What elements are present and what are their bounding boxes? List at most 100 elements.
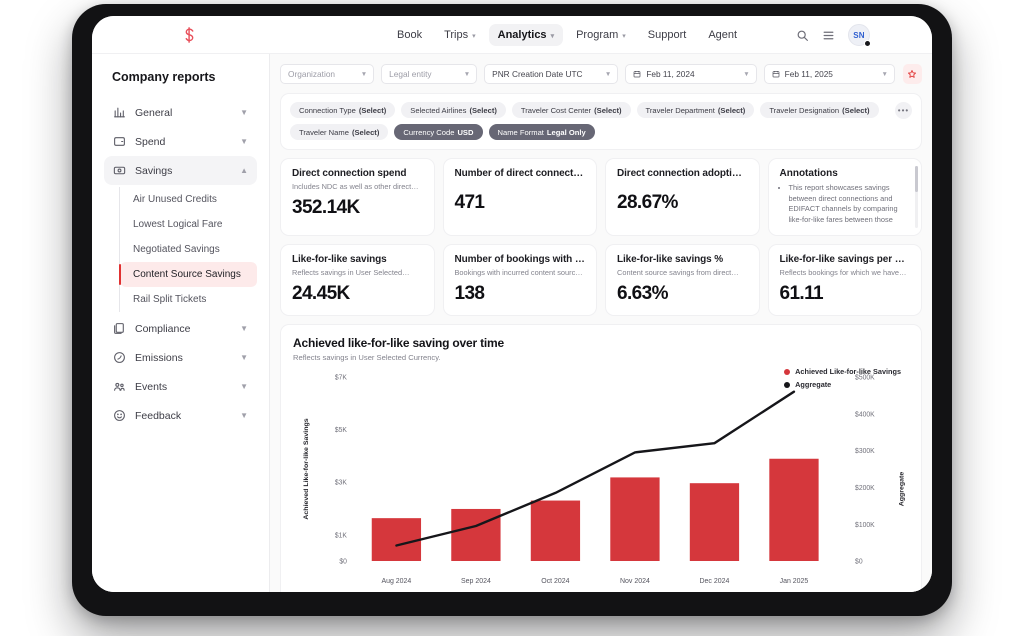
kpi-number-of-bookings[interactable]: Number of bookings with lik… Bookings wi… (442, 244, 597, 317)
chevron-down-icon: ▼ (240, 382, 248, 391)
chip-label: Name Format (497, 127, 544, 137)
kpi-like-for-like-savings[interactable]: Like-for-like savings Reflects savings i… (280, 244, 435, 317)
sidebar-item-lowest-logical-fare[interactable]: Lowest Logical Fare (120, 212, 257, 237)
sidebar-item-air-unused-credits[interactable]: Air Unused Credits (120, 187, 257, 212)
sidebar-item-label: Compliance (135, 322, 191, 335)
sidebar-item-compliance[interactable]: Compliance ▼ (104, 314, 257, 343)
more-options-button[interactable]: ••• (895, 102, 912, 119)
kpi-like-for-like-savings-percent[interactable]: Like-for-like savings % Content source s… (605, 244, 760, 317)
chart-subtitle: Reflects savings in User Selected Curren… (293, 353, 441, 363)
list-icon[interactable] (822, 29, 835, 42)
chip-value: (Select) (358, 105, 387, 115)
chip-traveler-name[interactable]: Traveler Name (Select) (290, 124, 389, 140)
chip-value: (Select) (717, 105, 746, 115)
brand-logo-icon[interactable] (176, 22, 202, 48)
y-axis-tick-right: $400K (855, 411, 875, 418)
kpi-direct-connection-spend[interactable]: Direct connection spend Includes NDC as … (280, 158, 435, 237)
chip-label: Traveler Department (645, 105, 715, 115)
filter-chips: Connection Type (Select) Selected Airline… (290, 102, 912, 140)
date-type-select[interactable]: PNR Creation Date UTC ▼ (484, 64, 619, 84)
nav-item-support[interactable]: Support (639, 24, 696, 46)
date-from-value: Feb 11, 2024 (646, 69, 695, 79)
chart-bar[interactable] (689, 483, 740, 562)
sidebar-item-savings[interactable]: Savings ▲ (104, 156, 257, 185)
kpi-title: Like-for-like savings % (617, 254, 724, 266)
nav-item-analytics[interactable]: Analytics ▾ (488, 24, 564, 46)
chip-label: Connection Type (299, 105, 356, 115)
y-axis-tick-right: $500K (855, 375, 875, 382)
compliance-icon (114, 323, 124, 334)
nav-item-book[interactable]: Book (388, 24, 431, 46)
wallet-icon (114, 137, 125, 146)
nav-item-trips[interactable]: Trips ▾ (435, 24, 485, 46)
chart-bar[interactable] (610, 477, 660, 562)
favorite-button[interactable] (902, 64, 923, 84)
sidebar-item-rail-split-tickets[interactable]: Rail Split Tickets (120, 287, 257, 312)
chart-card: Achieved like-for-like saving over time … (280, 324, 922, 592)
organization-select[interactable]: Organization ▼ (280, 64, 375, 84)
legal-entity-select[interactable]: Legal entity ▼ (381, 64, 478, 84)
sidebar-item-label: Events (135, 380, 168, 393)
kpi-title: Number of direct connectio… (454, 168, 586, 179)
kpi-row-2: Like-for-like savings Reflects savings i… (280, 244, 922, 317)
kpi-row-1: Direct connection spend Includes NDC as … (280, 158, 922, 237)
kpi-number-of-direct-connections[interactable]: Number of direct connectio… 471 (442, 158, 597, 237)
kpi-subtitle: Bookings with incurred content sourc… (454, 268, 583, 278)
chart-bar[interactable] (371, 518, 422, 562)
date-from-select[interactable]: Feb 11, 2024 ▼ (625, 64, 757, 84)
sidebar-item-events[interactable]: Events ▼ (104, 372, 257, 401)
chip-value: Legal Only (546, 127, 586, 137)
nav-item-agent[interactable]: Agent (699, 24, 746, 46)
chevron-down-icon: ▼ (240, 411, 248, 420)
star-icon (908, 70, 917, 78)
chip-label: Traveler Name (299, 127, 349, 137)
date-to-select[interactable]: Feb 11, 2025 ▼ (763, 64, 895, 84)
chip-connection-type[interactable]: Connection Type (Select) (290, 102, 396, 118)
y-axis-tick-right: $200K (855, 485, 875, 492)
avatar[interactable]: SN (848, 24, 871, 47)
sidebar-item-general[interactable]: General ▼ (104, 98, 257, 127)
sidebar-item-label: Feedback (135, 409, 182, 422)
subitem-label: Air Unused Credits (133, 194, 217, 205)
annotations-scrollbar-thumb[interactable] (915, 166, 918, 192)
chip-traveler-cost-center[interactable]: Traveler Cost Center (Select) (511, 102, 631, 118)
navbar-actions: SN (796, 16, 871, 54)
sidebar-item-label: Spend (135, 135, 166, 148)
kpi-title: Direct connection adoption % (617, 168, 748, 179)
chart-bar[interactable] (769, 458, 819, 562)
chart-bar[interactable] (530, 500, 581, 562)
sidebar-item-feedback[interactable]: Feedback ▼ (104, 401, 257, 430)
nav-label: Program (576, 29, 619, 41)
annotations-list: This report showcases savings between di… (789, 183, 911, 225)
sidebar-item-negotiated-savings[interactable]: Negotiated Savings (120, 237, 257, 262)
chevron-down-icon: ▼ (240, 108, 248, 117)
sidebar-item-emissions[interactable]: Emissions ▼ (104, 343, 257, 372)
nav-label: Agent (708, 29, 738, 41)
chip-currency-code[interactable]: Currency Code USD (394, 124, 483, 140)
date-to-value: Feb 11, 2025 (784, 69, 833, 79)
annotations-title: Annotations (779, 168, 838, 179)
chevron-down-icon: ▾ (622, 32, 626, 40)
annotations-card[interactable]: Annotations This report showcases saving… (767, 158, 922, 237)
subitem-label: Negotiated Savings (133, 244, 220, 255)
chart-bar[interactable] (451, 509, 501, 562)
subitem-label: Rail Split Tickets (133, 294, 207, 305)
sidebar-item-label: General (135, 106, 173, 119)
nav-item-program[interactable]: Program ▾ (567, 24, 635, 46)
kpi-direct-connection-adoption[interactable]: Direct connection adoption % 28.67% (605, 158, 760, 237)
kpi-like-for-like-savings-per-booking[interactable]: Like-for-like savings per boo… Reflects … (767, 244, 922, 317)
chip-traveler-designation[interactable]: Traveler Designation (Select) (760, 102, 879, 118)
chart-icon (114, 107, 125, 118)
chip-name-format[interactable]: Name Format Legal Only (488, 124, 595, 140)
subitem-label: Lowest Logical Fare (133, 219, 223, 230)
sidebar-item-content-source-savings[interactable]: Content Source Savings (119, 262, 257, 287)
organization-value: Organization (288, 69, 336, 79)
search-icon[interactable] (796, 29, 809, 42)
sidebar-item-spend[interactable]: Spend ▼ (104, 127, 257, 156)
chip-label: Selected Airlines (410, 105, 467, 115)
chip-selected-airlines[interactable]: Selected Airlines (Select) (401, 102, 506, 118)
annotation-item: This report showcases savings between di… (789, 183, 911, 225)
kpi-value: 471 (454, 192, 486, 213)
chip-traveler-department[interactable]: Traveler Department (Select) (636, 102, 755, 118)
x-axis-tick: Nov 2024 (620, 577, 650, 585)
